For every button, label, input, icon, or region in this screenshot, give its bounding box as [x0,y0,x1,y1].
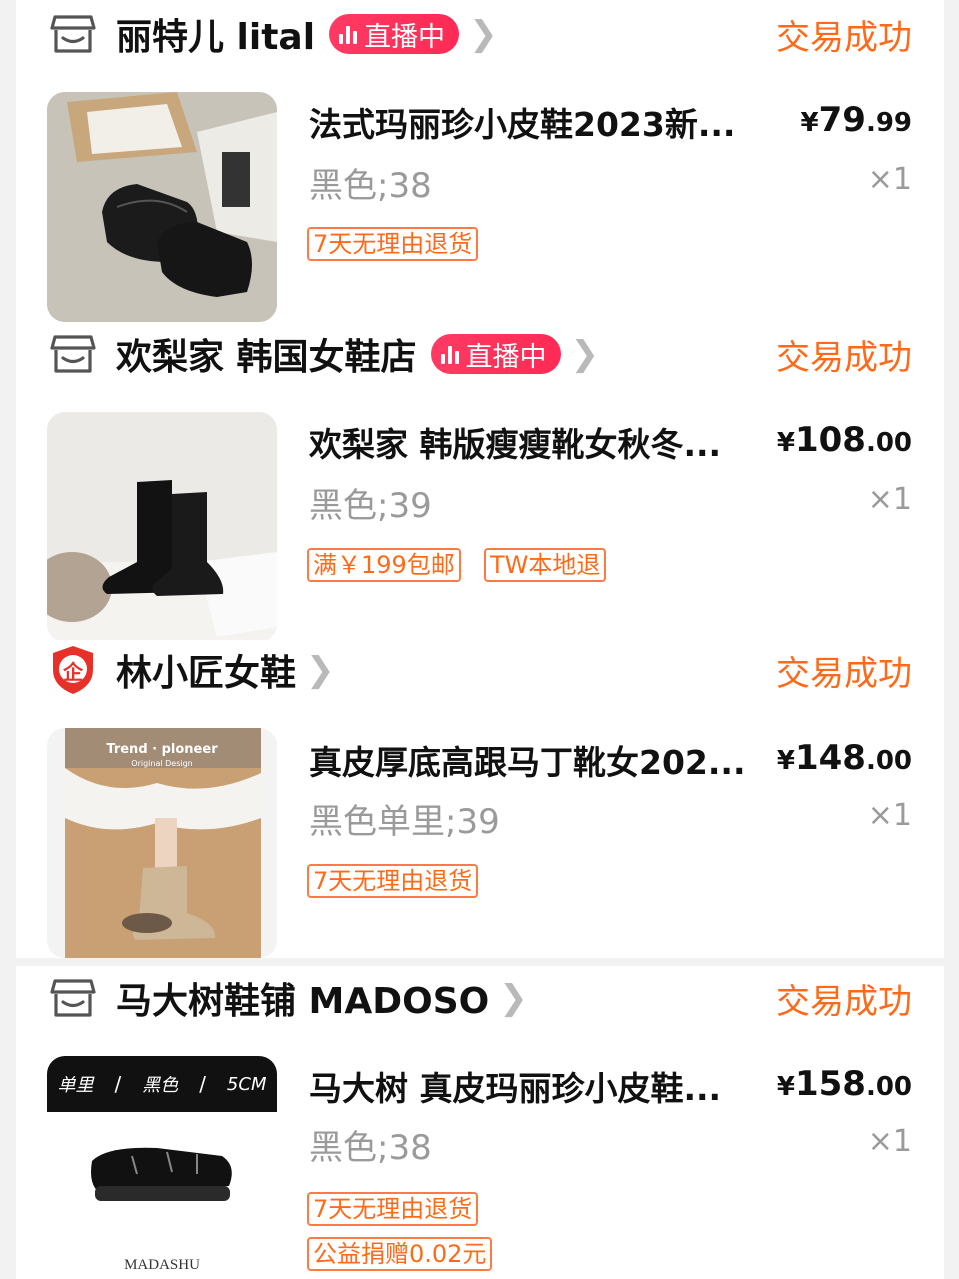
image-brand-text: MADASHU [124,1257,200,1273]
product-title[interactable]: 法式玛丽珍小皮鞋2023新... [309,98,779,146]
local-return-tag: TW本地退 [484,548,607,582]
order-card[interactable]: 企 林小匠女鞋 ❯ 交易成功 Trend · ploneer Original … [16,640,944,958]
chevron-right-icon: ❯ [570,334,600,374]
order-status: 交易成功 [776,17,912,58]
store-icon [50,11,96,57]
store-icon [50,331,96,377]
chevron-right-icon: ❯ [306,650,335,690]
image-brand-sub: Original Design [131,759,193,768]
enterprise-badge-icon: 企 [50,646,96,694]
live-badge[interactable]: 直播中 [329,14,460,54]
product-quantity: ×1 [867,482,912,517]
order-card[interactable]: 马大树鞋铺 MADOSO ❯ 交易成功 单里 / 黑色 / 5CM MADASH… [16,966,944,1279]
product-quantity: ×1 [867,162,912,197]
store-icon [50,975,96,1021]
product-image[interactable] [47,412,277,642]
shop-header[interactable]: 企 林小匠女鞋 ❯ 交易成功 [16,640,944,700]
product-price: ¥108.00 [776,420,912,460]
live-bars-icon [440,344,462,364]
product-title[interactable]: 真皮厚底高跟马丁靴女202... [309,736,779,784]
product-price: ¥158.00 [776,1064,912,1104]
order-card[interactable]: 欢梨家 韩国女鞋店 直播中 ❯ 交易成功 欢梨家 韩版瘦瘦靴女秋冬... ¥10 [16,322,944,642]
product-sku: 黑色;38 [309,166,432,206]
live-bars-icon [339,24,360,44]
shop-name[interactable]: 欢梨家 韩国女鞋店 [116,328,417,380]
charity-donation-tag: 公益捐赠0.02元 [307,1237,493,1271]
shop-name[interactable]: 林小匠女鞋 [116,644,296,696]
product-sku: 黑色单里;39 [309,802,500,842]
product-quantity: ×1 [867,798,912,833]
shop-name[interactable]: 丽特儿 lital [116,8,315,60]
image-brand-text: Trend · ploneer [106,742,218,757]
live-badge[interactable]: 直播中 [430,334,561,374]
product-price: ¥148.00 [776,738,912,778]
product-title[interactable]: 马大树 真皮玛丽珍小皮鞋... [309,1062,779,1110]
product-title[interactable]: 欢梨家 韩版瘦瘦靴女秋冬... [309,418,779,466]
product-image[interactable] [47,92,277,322]
return-policy-tag: 7天无理由退货 [307,1192,479,1226]
product-sku: 黑色;39 [309,486,432,526]
shop-name[interactable]: 马大树鞋铺 MADOSO [116,972,489,1024]
enterprise-badge-text: 企 [63,660,83,684]
product-sku: 黑色;38 [309,1128,432,1168]
shop-header[interactable]: 马大树鞋铺 MADOSO ❯ 交易成功 [16,968,944,1028]
chevron-right-icon: ❯ [499,978,528,1018]
free-shipping-tag: 满￥199包邮 [307,548,461,582]
return-policy-tag: 7天无理由退货 [307,864,479,898]
order-status: 交易成功 [776,337,912,378]
product-image[interactable]: 单里 / 黑色 / 5CM MADASHU [47,1056,277,1279]
chevron-right-icon: ❯ [469,14,498,54]
return-policy-tag: 7天无理由退货 [307,227,479,261]
product-price: ¥79.99 [800,100,912,140]
shop-header[interactable]: 丽特儿 lital 直播中 ❯ 交易成功 [16,4,944,64]
shop-header[interactable]: 欢梨家 韩国女鞋店 直播中 ❯ 交易成功 [16,324,944,384]
order-status: 交易成功 [776,981,912,1022]
product-quantity: ×1 [867,1124,912,1159]
order-list: 丽特儿 lital 直播中 ❯ 交易成功 法式玛丽珍小皮鞋2023新... ¥7… [0,0,959,1279]
order-card[interactable]: 丽特儿 lital 直播中 ❯ 交易成功 法式玛丽珍小皮鞋2023新... ¥7… [16,0,944,322]
product-image[interactable]: Trend · ploneer Original Design [47,728,277,958]
order-status: 交易成功 [776,653,912,694]
